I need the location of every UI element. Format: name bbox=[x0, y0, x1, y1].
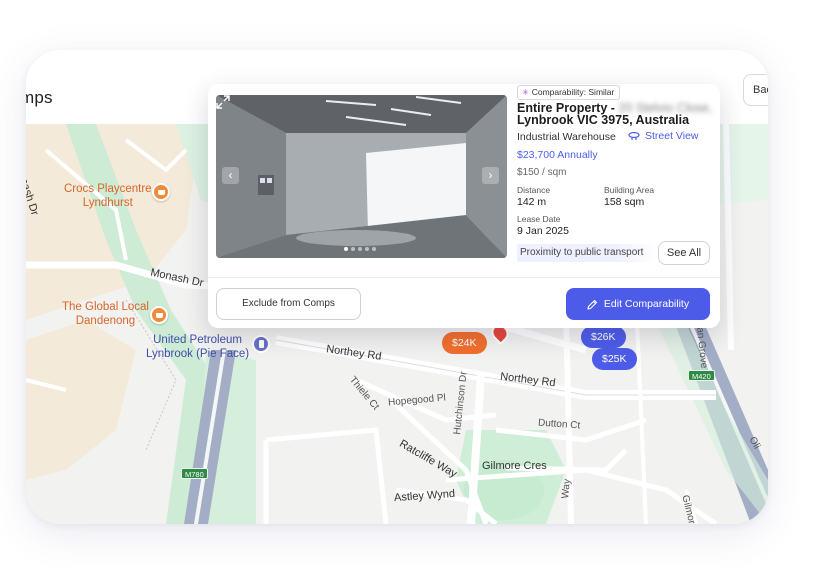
building-area-value: 158 sqm bbox=[604, 196, 645, 208]
card-divider bbox=[208, 277, 720, 278]
cafe-icon[interactable] bbox=[150, 306, 168, 324]
road-label: Way bbox=[560, 478, 573, 500]
back-button[interactable]: Bac bbox=[743, 74, 768, 106]
previous-photo-button[interactable]: ‹ bbox=[222, 167, 239, 184]
price-pin[interactable]: $26K bbox=[581, 326, 626, 348]
property-title-redacted: 20 Stelvio Close, bbox=[618, 101, 713, 115]
road-label: Gilmore Cres bbox=[482, 460, 547, 472]
comparability-badge-label: Comparability: Similar bbox=[531, 87, 615, 97]
poi-united-petroleum[interactable]: United Petroleum Lynbrook (Pie Face) bbox=[146, 333, 249, 361]
street-view-icon bbox=[628, 131, 640, 140]
fuel-station-icon[interactable] bbox=[252, 335, 270, 353]
freeway-shield: M420 bbox=[688, 370, 715, 381]
pencil-icon bbox=[587, 299, 597, 310]
edit-comparability-label: Edit Comparability bbox=[603, 298, 690, 310]
pagination-dot[interactable] bbox=[358, 247, 362, 251]
feature-tag: Proximity to public transport bbox=[517, 244, 657, 262]
street-view-link[interactable]: Street View bbox=[628, 130, 699, 142]
property-title: Entire Property - 20 Stelvio Close, Lynb… bbox=[517, 101, 717, 127]
building-area-label: Building Area bbox=[604, 185, 655, 195]
poi-label-line1: The Global Local bbox=[62, 301, 149, 313]
sparkle-icon: ✳ bbox=[522, 88, 529, 97]
pagination-dot[interactable] bbox=[351, 247, 355, 251]
street-view-label: Street View bbox=[645, 130, 699, 142]
price-per-sqm: $150 / sqm bbox=[517, 167, 567, 178]
freeway-shield: M780 bbox=[181, 468, 208, 479]
property-photo[interactable]: ‹ › bbox=[216, 95, 507, 258]
exclude-from-comps-button[interactable]: Exclude from Comps bbox=[216, 288, 361, 320]
pagination-dot[interactable] bbox=[344, 247, 348, 251]
next-photo-button[interactable]: › bbox=[482, 167, 499, 184]
warehouse-photo-image bbox=[216, 95, 507, 258]
price-pin[interactable]: $24K bbox=[442, 332, 487, 354]
poi-global-local[interactable]: The Global Local Dandenong bbox=[62, 300, 149, 328]
comparability-badge: ✳ Comparability: Similar bbox=[517, 85, 621, 100]
lease-date-value: 9 Jan 2025 bbox=[517, 225, 569, 237]
lease-date-label: Lease Date bbox=[517, 214, 561, 224]
poi-label-line2: Dandenong bbox=[75, 315, 136, 327]
expand-icon[interactable] bbox=[216, 95, 230, 109]
distance-label: Distance bbox=[517, 185, 551, 195]
annual-price: $23,700 Annually bbox=[517, 149, 598, 161]
poi-label-line1: Crocs Playcentre bbox=[64, 183, 152, 195]
poi-label-line2: Lynbrook (Pie Face) bbox=[146, 348, 250, 360]
comparable-card: ‹ › ✳ Comparability: Similar Entire Prop… bbox=[208, 84, 720, 328]
poi-label-line1: United Petroleum bbox=[153, 334, 242, 346]
price-pin[interactable]: $25K bbox=[592, 348, 637, 370]
pagination-dot[interactable] bbox=[372, 247, 376, 251]
photo-pagination bbox=[344, 247, 376, 251]
page-title: mps bbox=[26, 88, 53, 107]
pagination-dot[interactable] bbox=[365, 247, 369, 251]
poi-label-line2: Lyndhurst bbox=[82, 197, 133, 209]
see-all-button[interactable]: See All bbox=[658, 241, 710, 265]
property-address-line2: Lynbrook VIC 3975, Australia bbox=[517, 113, 690, 127]
edit-comparability-button[interactable]: Edit Comparability bbox=[566, 288, 710, 320]
distance-value: 142 m bbox=[517, 196, 547, 208]
poi-crocs-playcentre[interactable]: Crocs Playcentre Lyndhurst bbox=[64, 182, 152, 210]
cafe-icon[interactable] bbox=[152, 183, 170, 201]
property-type: Industrial Warehouse bbox=[517, 131, 616, 143]
